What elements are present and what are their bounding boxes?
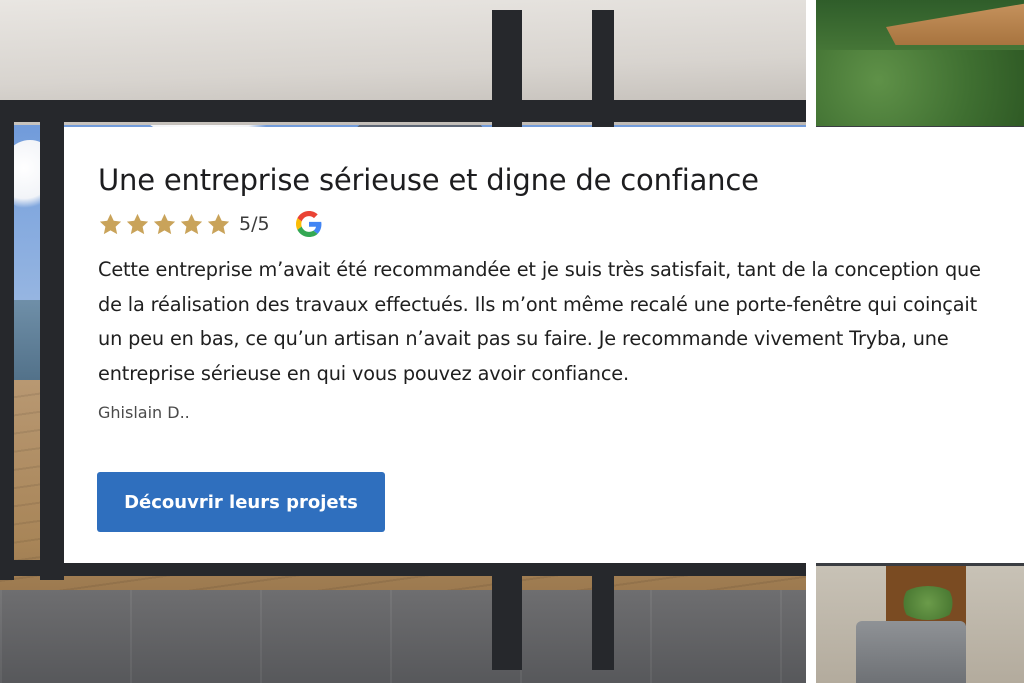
photo-floor [0,590,806,683]
background-photo-terrace [816,566,1024,683]
window-frame-top [0,100,806,122]
review-text-line: un peu en bas, ce qu’un artisan n’avait … [98,327,949,350]
photo-pergola-roof [886,0,1024,45]
review-text-line: de la réalisation des travaux effectués.… [98,292,978,316]
discover-projects-button[interactable]: Découvrir leurs projets [97,472,385,532]
review-card: Une entreprise sérieuse et digne de conf… [64,127,1024,563]
review-author: Ghislain D.. [98,403,190,422]
photo-lounge-chair [856,621,966,683]
review-text: Cette entreprise m’avait été recommandée… [98,253,998,391]
google-logo-icon [295,211,322,237]
review-text-line: entreprise sérieuse en qui vous pouvez a… [98,361,629,385]
rating-row: 5/5 [98,209,1024,239]
star-icon [152,212,177,237]
review-title: Une entreprise sérieuse et digne de conf… [98,163,759,197]
background-photo-garden [816,0,1024,126]
review-text-line: Cette entreprise m’avait été recommandée… [98,258,981,281]
star-icon [206,212,231,237]
star-icon [179,212,204,237]
photo-plant [898,586,958,620]
rating-score: 5/5 [239,213,270,235]
photo-hedge [816,50,1024,126]
testimonial-scene: Une entreprise sérieuse et digne de conf… [0,0,1024,683]
star-rating [98,212,231,237]
star-icon [98,212,123,237]
window-frame-mullion [40,110,64,580]
star-icon [125,212,150,237]
window-frame-mullion [0,110,14,580]
